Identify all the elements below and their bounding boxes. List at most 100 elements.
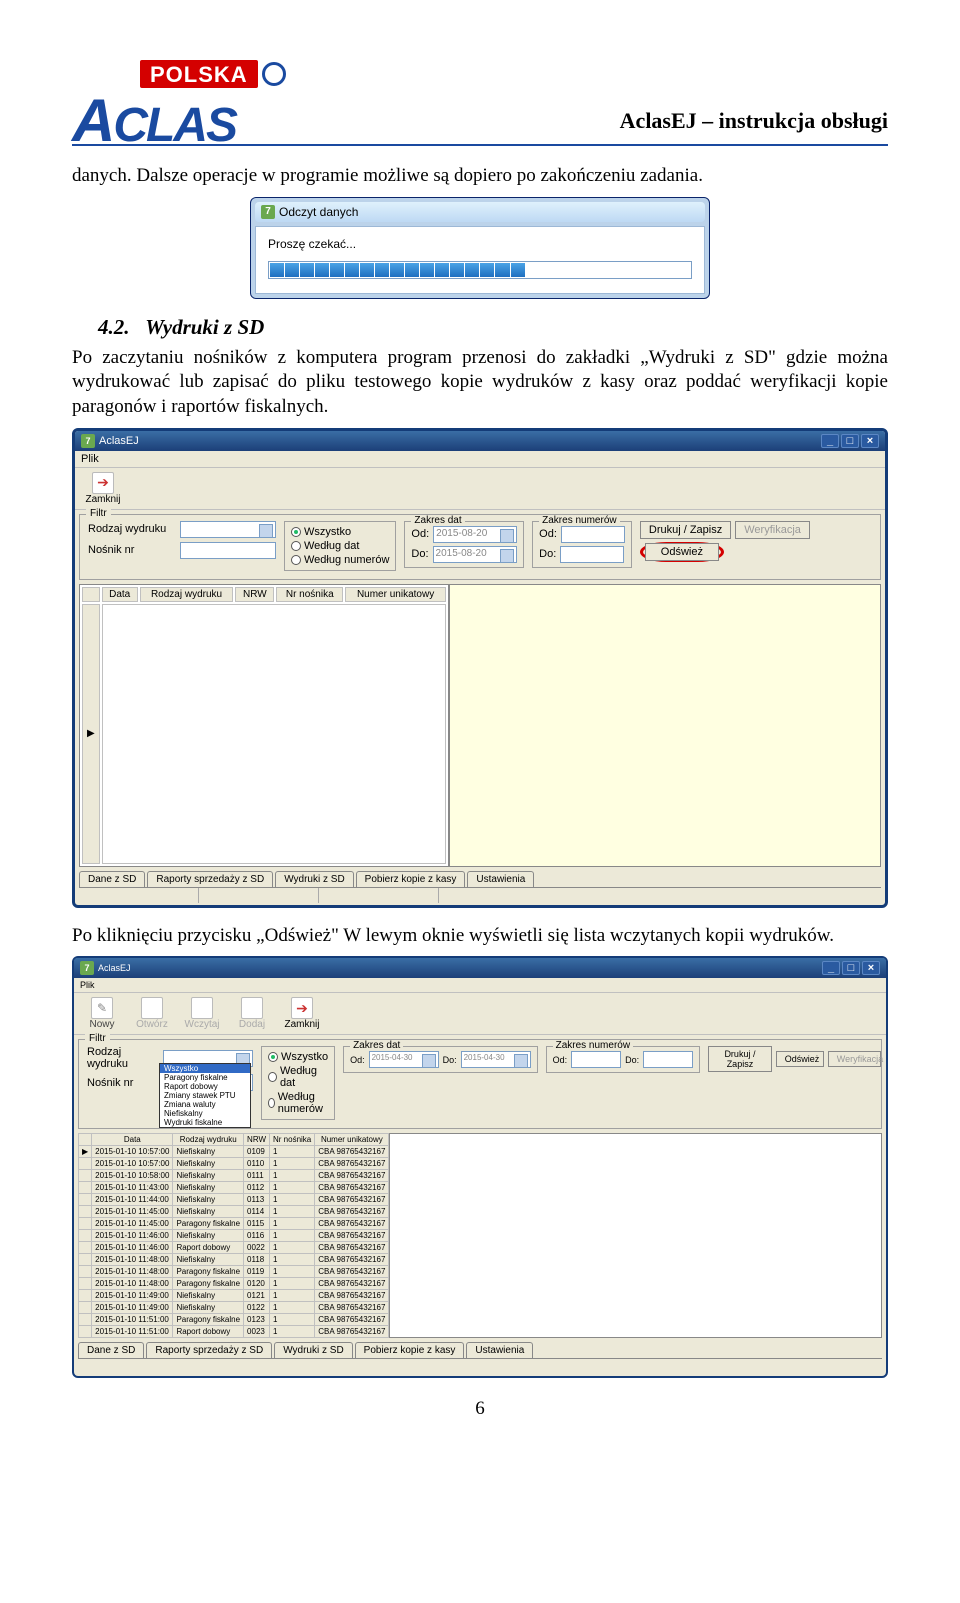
rodzaj-dropdown[interactable]: [180, 521, 276, 538]
radio-icon: [291, 527, 301, 537]
col-nrw[interactable]: NRW: [235, 587, 274, 602]
col-nosnik[interactable]: Nr nośnika: [270, 1134, 315, 1146]
col-rodzaj[interactable]: Rodzaj wydruku: [140, 587, 234, 602]
num-to[interactable]: [643, 1051, 693, 1068]
dropdown-option[interactable]: Raport dobowy: [160, 1082, 250, 1091]
rodzaj-dropdown-list[interactable]: WszystkoParagony fiskalneRaport dobowyZm…: [159, 1063, 251, 1128]
number-range-group: Zakres numerów Od: Do:: [546, 1046, 701, 1073]
drukuj-zapisz-button[interactable]: Drukuj / Zapisz: [640, 521, 731, 539]
radio-wszystko[interactable]: Wszystko: [291, 526, 389, 538]
maximize-button[interactable]: □: [841, 434, 859, 448]
col-nosnik[interactable]: Nr nośnika: [276, 587, 343, 602]
logo-aclas-text: AACLASCLAS: [72, 86, 236, 155]
odswiez-button[interactable]: Odśwież: [645, 543, 719, 561]
menu-plik[interactable]: Plik: [81, 453, 99, 465]
toolbar-wczytaj[interactable]: Wczytaj: [180, 997, 224, 1030]
table-row[interactable]: 2015-01-10 11:45:00Paragony fiskalne0115…: [79, 1218, 389, 1230]
tab[interactable]: Dane z SD: [78, 1342, 144, 1358]
col-rodzaj[interactable]: Rodzaj wydruku: [173, 1134, 244, 1146]
table-row[interactable]: 2015-01-10 11:48:00Niefiskalny01181CBA 9…: [79, 1254, 389, 1266]
dropdown-option[interactable]: Zmiana waluty: [160, 1100, 250, 1109]
dropdown-option[interactable]: Paragony fiskalne: [160, 1073, 250, 1082]
col-data[interactable]: Data: [92, 1134, 173, 1146]
radio-wedlug-dat[interactable]: Według dat: [291, 540, 389, 552]
radio-wszystko[interactable]: Wszystko: [268, 1051, 328, 1063]
toolbar-zamknij[interactable]: Zamknij: [280, 997, 324, 1030]
col-nrw[interactable]: NRW: [244, 1134, 270, 1146]
table-row[interactable]: 2015-01-10 11:45:00Niefiskalny01141CBA 9…: [79, 1206, 389, 1218]
table-row[interactable]: 2015-01-10 11:43:00Niefiskalny01121CBA 9…: [79, 1182, 389, 1194]
logo-polska-text: POLSKA: [140, 60, 258, 88]
num-to[interactable]: [560, 546, 624, 563]
tab[interactable]: Raporty sprzedaży z SD: [146, 1342, 272, 1358]
close-button[interactable]: ×: [862, 961, 880, 975]
table-row[interactable]: 2015-01-10 10:57:00Niefiskalny01101CBA 9…: [79, 1158, 389, 1170]
toolbar-dodaj[interactable]: Dodaj: [230, 997, 274, 1030]
dropdown-option[interactable]: Wydruki fiskalne: [160, 1118, 250, 1127]
date-to[interactable]: 2015-08-20: [433, 546, 517, 563]
radio-icon: [268, 1072, 277, 1082]
tab[interactable]: Dane z SD: [79, 871, 145, 887]
odswiez-button[interactable]: Odśwież: [776, 1051, 824, 1067]
dropdown-option[interactable]: Wszystko: [160, 1064, 250, 1073]
table-row[interactable]: 2015-01-10 11:51:00Paragony fiskalne0123…: [79, 1314, 389, 1326]
rodzaj-label: Rodzaj wydruku: [87, 1046, 159, 1070]
table-row[interactable]: 2015-01-10 11:49:00Niefiskalny01221CBA 9…: [79, 1302, 389, 1314]
minimize-button[interactable]: _: [822, 961, 840, 975]
date-to[interactable]: 2015-04-30: [461, 1051, 531, 1068]
radio-icon: [268, 1052, 278, 1062]
maximize-button[interactable]: □: [842, 961, 860, 975]
close-button[interactable]: ×: [861, 434, 879, 448]
menu-plik[interactable]: Plik: [80, 980, 95, 990]
dialog-wait-label: Proszę czekać...: [268, 237, 692, 251]
radio-wedlug-dat[interactable]: Według dat: [268, 1065, 328, 1089]
app-title: AclasEJ: [98, 963, 131, 973]
date-from[interactable]: 2015-08-20: [433, 526, 517, 543]
results-grid[interactable]: Data Rodzaj wydruku NRW Nr nośnika Numer…: [79, 584, 449, 867]
rodzaj-label: Rodzaj wydruku: [88, 523, 176, 535]
weryfikacja-button[interactable]: Weryfikacja: [735, 521, 810, 539]
tab[interactable]: Wydruki z SD: [274, 1342, 352, 1358]
tab-bar: Dane z SDRaporty sprzedaży z SDWydruki z…: [79, 871, 881, 887]
logo-spiral-icon: [262, 62, 286, 86]
table-row[interactable]: 2015-01-10 11:44:00Niefiskalny01131CBA 9…: [79, 1194, 389, 1206]
weryfikacja-button[interactable]: Weryfikacja: [828, 1051, 881, 1067]
radio-icon: [291, 555, 301, 565]
dialog-title: Odczyt danych: [279, 205, 358, 219]
table-row[interactable]: 2015-01-10 11:51:00Raport dobowy00231CBA…: [79, 1326, 389, 1338]
table-row[interactable]: 2015-01-10 11:48:00Paragony fiskalne0119…: [79, 1266, 389, 1278]
num-from[interactable]: [571, 1051, 621, 1068]
tab[interactable]: Wydruki z SD: [275, 871, 353, 887]
radio-wedlug-num[interactable]: Według numerów: [291, 554, 389, 566]
table-row[interactable]: ▶2015-01-10 10:57:00Niefiskalny01091CBA …: [79, 1146, 389, 1158]
number-range-group: Zakres numerów Od: Do:: [532, 521, 632, 568]
nosnik-input[interactable]: [180, 542, 276, 559]
table-row[interactable]: 2015-01-10 11:48:00Paragony fiskalne0120…: [79, 1278, 389, 1290]
tab[interactable]: Pobierz kopie z kasy: [355, 1342, 465, 1358]
table-row[interactable]: 2015-01-10 11:46:00Niefiskalny01161CBA 9…: [79, 1230, 389, 1242]
col-unikat[interactable]: Numer unikatowy: [345, 587, 446, 602]
col-data[interactable]: Data: [102, 587, 138, 602]
table-row[interactable]: 2015-01-10 11:46:00Raport dobowy00221CBA…: [79, 1242, 389, 1254]
col-unikat[interactable]: Numer unikatowy: [315, 1134, 389, 1146]
table-row[interactable]: 2015-01-10 10:58:00Niefiskalny01111CBA 9…: [79, 1170, 389, 1182]
tab[interactable]: Ustawienia: [466, 1342, 533, 1358]
toolbar-nowy[interactable]: Nowy: [80, 997, 124, 1030]
table-row[interactable]: 2015-01-10 11:49:00Niefiskalny01211CBA 9…: [79, 1290, 389, 1302]
tab[interactable]: Pobierz kopie z kasy: [356, 871, 466, 887]
tab[interactable]: Raporty sprzedaży z SD: [147, 871, 273, 887]
filter-groupbox: Filtr Rodzaj wydruku Nośnik nr WszystkoP…: [78, 1039, 882, 1129]
drukuj-zapisz-button[interactable]: Drukuj / Zapisz: [708, 1046, 772, 1072]
num-from[interactable]: [561, 526, 625, 543]
toolbar-zamknij[interactable]: Zamknij: [81, 472, 125, 505]
dropdown-option[interactable]: Zmiany stawek PTU: [160, 1091, 250, 1100]
minimize-button[interactable]: _: [821, 434, 839, 448]
radio-wedlug-num[interactable]: Według numerów: [268, 1091, 328, 1115]
results-grid[interactable]: Data Rodzaj wydruku NRW Nr nośnika Numer…: [78, 1133, 389, 1338]
app-icon: 7: [261, 205, 275, 219]
toolbar-otworz[interactable]: Otwórz: [130, 997, 174, 1030]
tab[interactable]: Ustawienia: [467, 871, 534, 887]
dropdown-option[interactable]: Niefiskalny: [160, 1109, 250, 1118]
exit-icon: [291, 997, 313, 1019]
date-from[interactable]: 2015-04-30: [369, 1051, 439, 1068]
